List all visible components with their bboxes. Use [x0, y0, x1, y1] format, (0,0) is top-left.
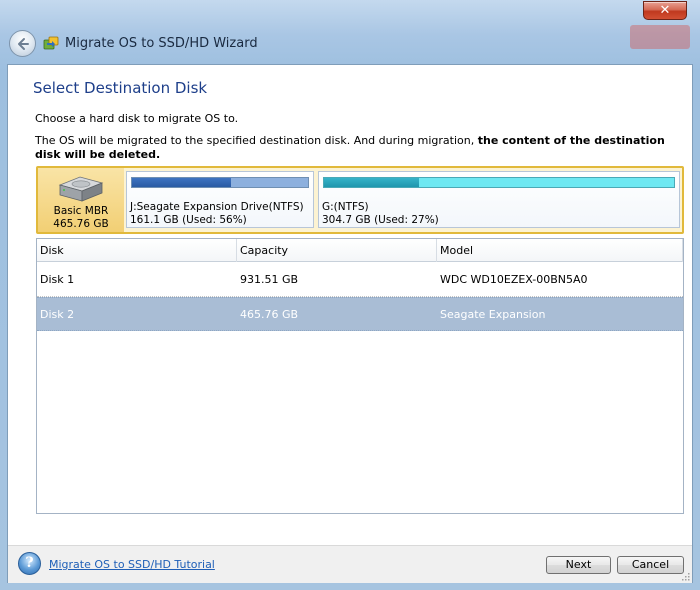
- migrate-wizard-icon: [43, 36, 59, 50]
- background-app-badge: [630, 25, 690, 49]
- arrow-left-icon: [18, 38, 29, 50]
- wizard-content: Select Destination Disk Choose a hard di…: [7, 64, 693, 583]
- back-button[interactable]: [9, 30, 36, 57]
- destination-disk-map[interactable]: Basic MBR 465.76 GB J:Seagate Expansion …: [36, 166, 684, 234]
- close-button[interactable]: ✕: [643, 1, 687, 20]
- footer-bar: ? Migrate OS to SSD/HD Tutorial Next Can…: [8, 546, 692, 583]
- table-row[interactable]: Disk 1 931.51 GB WDC WD10EZEX-00BN5A0: [37, 263, 683, 297]
- cell-model: Seagate Expansion: [440, 308, 546, 321]
- partition-label: J:Seagate Expansion Drive(NTFS): [130, 201, 304, 213]
- column-header-model[interactable]: Model: [437, 239, 683, 262]
- partition-used-fill: [324, 178, 419, 187]
- partition-used-fill: [132, 178, 231, 187]
- warning-text: The OS will be migrated to the specified…: [35, 134, 675, 162]
- table-header: Disk Capacity Model: [37, 239, 683, 262]
- partition-usage: 304.7 GB (Used: 27%): [322, 214, 439, 226]
- partition-j[interactable]: J:Seagate Expansion Drive(NTFS) 161.1 GB…: [126, 171, 314, 228]
- disk-table[interactable]: Disk Capacity Model Disk 1 931.51 GB WDC…: [36, 238, 684, 514]
- disk-summary: Basic MBR 465.76 GB: [38, 168, 124, 232]
- partition-g[interactable]: G:(NTFS) 304.7 GB (Used: 27%): [318, 171, 680, 228]
- window-frame: ✕ Migrate OS to SSD/HD Wizard Select Des…: [0, 0, 700, 590]
- partition-usage-bar: [323, 177, 675, 188]
- cell-disk: Disk 2: [40, 308, 75, 321]
- cell-disk: Disk 1: [40, 273, 75, 286]
- resize-grip-icon[interactable]: [680, 571, 690, 581]
- hard-disk-icon: [58, 176, 104, 202]
- column-header-disk[interactable]: Disk: [37, 239, 237, 262]
- cancel-button[interactable]: Cancel: [617, 556, 684, 574]
- partition-usage-bar: [131, 177, 309, 188]
- help-icon[interactable]: ?: [18, 552, 41, 575]
- cell-model: WDC WD10EZEX-00BN5A0: [440, 273, 588, 286]
- instruction-text: Choose a hard disk to migrate OS to.: [35, 112, 239, 125]
- disk-type-label: Basic MBR: [53, 205, 109, 217]
- next-button[interactable]: Next: [546, 556, 611, 574]
- cell-capacity: 465.76 GB: [240, 308, 299, 321]
- page-heading: Select Destination Disk: [33, 79, 208, 97]
- column-header-capacity[interactable]: Capacity: [237, 239, 437, 262]
- tutorial-link[interactable]: Migrate OS to SSD/HD Tutorial: [49, 558, 215, 571]
- partition-label: G:(NTFS): [322, 201, 369, 213]
- disk-size-label: 465.76 GB: [53, 218, 109, 230]
- cell-capacity: 931.51 GB: [240, 273, 299, 286]
- partition-usage: 161.1 GB (Used: 56%): [130, 214, 247, 226]
- window-title: Migrate OS to SSD/HD Wizard: [65, 36, 258, 51]
- warning-text-prefix: The OS will be migrated to the specified…: [35, 134, 478, 147]
- table-row-selected[interactable]: Disk 2 465.76 GB Seagate Expansion: [37, 297, 683, 331]
